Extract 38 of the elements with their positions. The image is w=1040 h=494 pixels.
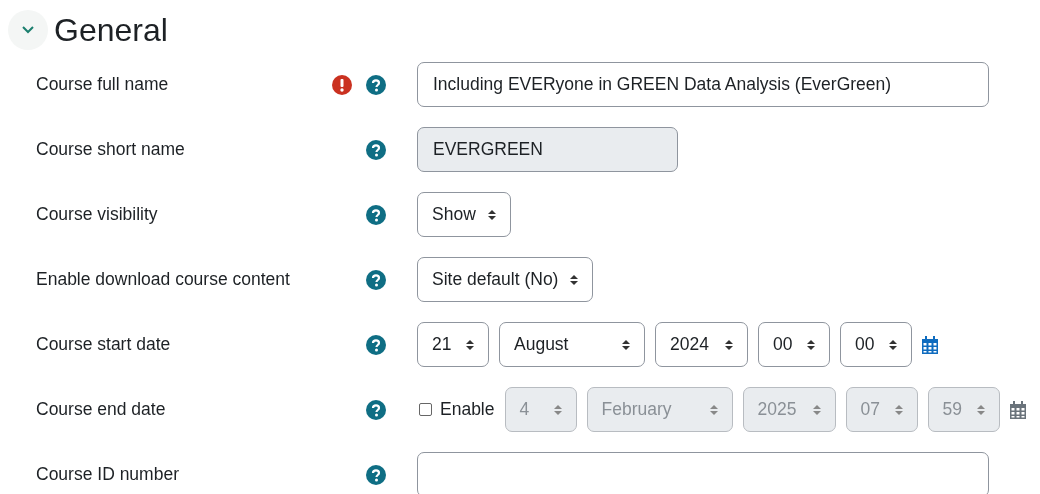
sort-caret-icon [466,338,474,351]
help-icon[interactable] [366,334,386,355]
sort-caret-icon [889,338,897,351]
calendar-icon[interactable] [922,335,938,354]
help-icon[interactable] [366,269,386,290]
chevron-icon [21,25,35,35]
help-icon[interactable] [366,74,386,95]
field-label: Course end date [35,399,167,420]
sort-caret-icon [709,403,718,416]
section-title: General [54,11,168,49]
sort-caret-icon [812,403,821,416]
sort-caret-icon [894,403,903,416]
field-label: Course ID number [35,464,180,485]
sort-caret-icon [487,208,496,221]
sort-caret-icon [622,338,630,351]
dropdown[interactable]: 2024 [655,322,748,367]
dropdown[interactable]: 00 [840,322,912,367]
dropdown[interactable]: 00 [758,322,830,367]
field-label: Course full name [35,74,170,95]
text-field[interactable]: Including EVERyone in GREEN Data Analysis (EverGreen) [417,62,989,107]
dropdown[interactable]: Site default (No) [417,257,594,302]
collapse-toggle[interactable] [8,10,48,50]
field-label: Course start date [35,334,172,355]
field-label: Course visibility [35,204,159,225]
checkbox-label: Enable [440,399,495,420]
sort-caret-icon [570,273,579,286]
field-label: Enable download course content [35,269,291,290]
field-label: Course short name [35,139,186,160]
help-icon[interactable] [366,464,386,485]
sort-caret-icon [725,338,733,351]
dropdown[interactable]: Show [417,192,511,237]
sort-caret-icon [976,403,985,416]
dropdown[interactable]: August [499,322,645,367]
sort-caret-icon [807,338,815,351]
dropdown[interactable]: 21 [417,322,489,367]
sort-caret-icon [553,403,562,416]
text-field[interactable] [417,452,989,494]
help-icon[interactable] [366,204,386,225]
